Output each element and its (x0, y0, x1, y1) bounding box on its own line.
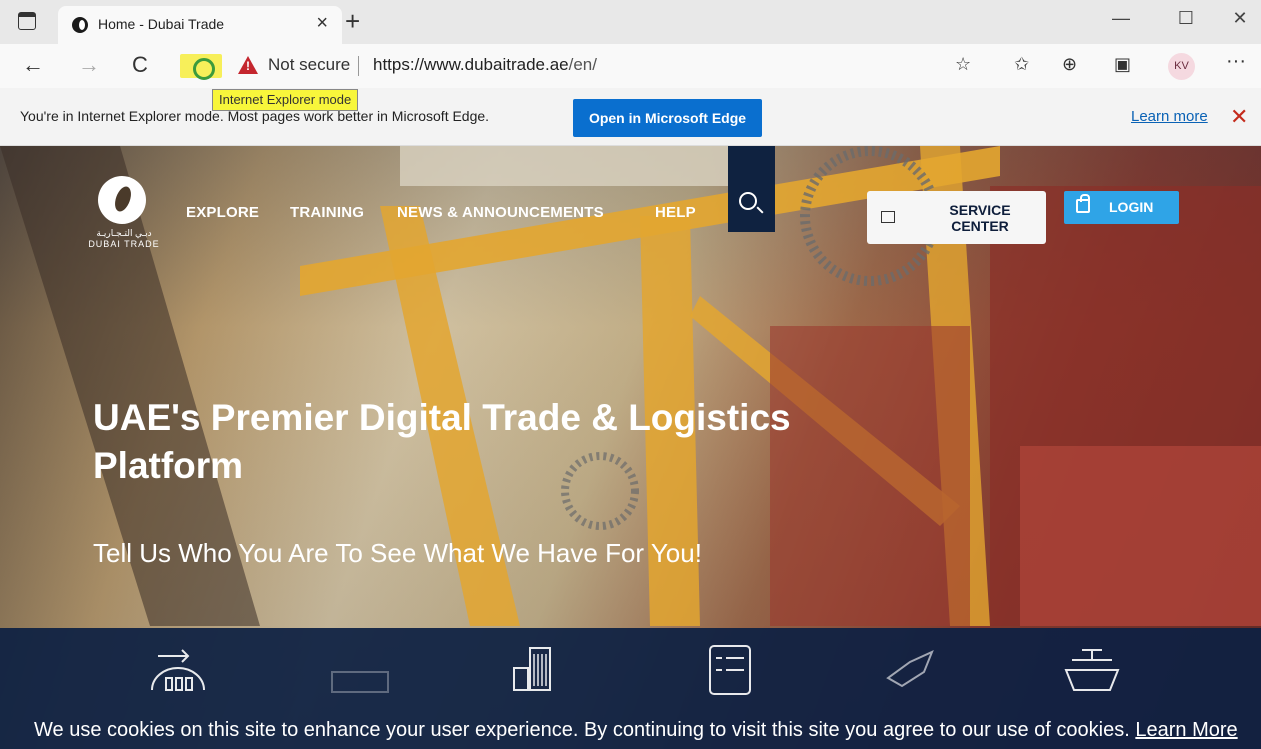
search-icon (739, 192, 757, 210)
address-bar[interactable]: Not secure https://www.dubaitrade.ae/en/ (168, 50, 938, 82)
video-call-icon (881, 211, 895, 223)
building-icon[interactable] (510, 642, 570, 698)
lock-icon (1076, 194, 1090, 213)
webpage-content: دبـي التـجـاريـة DUBAI TRADE EXPLORE TRA… (0, 146, 1261, 749)
service-center-button[interactable]: SERVICE CENTER (867, 191, 1046, 244)
open-in-edge-button[interactable]: Open in Microsoft Edge (573, 99, 762, 137)
profile-avatar[interactable]: KV (1168, 53, 1195, 80)
favorites-add-icon[interactable]: ☆ (955, 54, 971, 75)
cookie-learn-more-link[interactable]: Learn More (1135, 719, 1237, 741)
dubai-trade-favicon-icon (72, 17, 88, 33)
site-search-button[interactable] (728, 146, 775, 232)
login-button[interactable]: LOGIN (1064, 191, 1179, 224)
security-status[interactable]: Not secure (268, 55, 350, 75)
nav-help[interactable]: HELP (655, 204, 696, 221)
nav-training[interactable]: TRAINING (290, 204, 364, 221)
dubai-trade-logo[interactable]: دبـي التـجـاريـة DUBAI TRADE (88, 176, 160, 249)
minimize-button[interactable]: — (1101, 8, 1141, 29)
tab-title: Home - Dubai Trade (98, 16, 225, 32)
maximize-button[interactable]: ☐ (1166, 8, 1206, 29)
url-path: /en/ (568, 55, 597, 74)
logo-text: DUBAI TRADE (88, 239, 160, 249)
nav-explore[interactable]: EXPLORE (186, 204, 259, 221)
infobar-close-button[interactable]: ✕ (1230, 104, 1248, 130)
hero-title: UAE's Premier Digital Trade & Logistics … (93, 397, 791, 486)
transport-icon[interactable] (330, 642, 390, 698)
new-tab-button[interactable]: + (345, 8, 360, 34)
browser-toolbar: ← → C Not secure https://www.dubaitrade.… (0, 44, 1261, 88)
window-close-button[interactable]: ✕ (1220, 8, 1260, 29)
infobar-learn-more-link[interactable]: Learn more (1131, 108, 1208, 125)
more-menu-button[interactable]: ··· (1226, 50, 1246, 73)
url-text[interactable]: https://www.dubaitrade.ae/en/ (373, 55, 597, 75)
service-center-label: SERVICE CENTER (949, 202, 1011, 234)
trader-icon[interactable] (148, 642, 208, 698)
document-list-icon[interactable] (700, 642, 760, 698)
favorites-icon[interactable]: ✩ (1014, 54, 1029, 75)
ie-mode-toolbar-icon[interactable]: ▣ (1114, 54, 1131, 75)
browser-tab[interactable]: Home - Dubai Trade × (58, 6, 342, 44)
hero-subtitle: Tell Us Who You Are To See What We Have … (93, 538, 702, 568)
cookie-message: We use cookies on this site to enhance y… (34, 719, 1130, 741)
forward-button[interactable]: → (78, 52, 100, 78)
logo-arabic-text: دبـي التـجـاريـة (96, 228, 152, 238)
ie-mode-tooltip: Internet Explorer mode (212, 89, 359, 111)
cookie-banner: We use cookies on this site to enhance y… (0, 711, 1261, 749)
collections-icon[interactable]: ⊕ (1062, 54, 1077, 75)
warning-icon[interactable] (238, 56, 258, 74)
ie-mode-infobar: You're in Internet Explorer mode. Most p… (0, 88, 1261, 146)
url-host: https://www.dubaitrade.ae (373, 55, 569, 74)
tab-close-button[interactable]: × (316, 13, 328, 33)
tab-actions-icon[interactable] (18, 12, 36, 30)
ie-mode-icon[interactable] (180, 54, 222, 80)
shipping-agent-icon[interactable] (880, 642, 940, 698)
browser-title-bar: Home - Dubai Trade × + — ☐ ✕ (0, 0, 1261, 44)
back-button[interactable]: ← (22, 52, 44, 78)
login-label: LOGIN (1109, 199, 1154, 215)
vessel-icon[interactable] (1062, 642, 1122, 698)
refresh-button[interactable]: C (132, 52, 148, 78)
logo-mark-icon (98, 176, 146, 224)
address-separator (358, 56, 359, 76)
nav-news-announcements[interactable]: NEWS & ANNOUNCEMENTS (397, 204, 604, 221)
